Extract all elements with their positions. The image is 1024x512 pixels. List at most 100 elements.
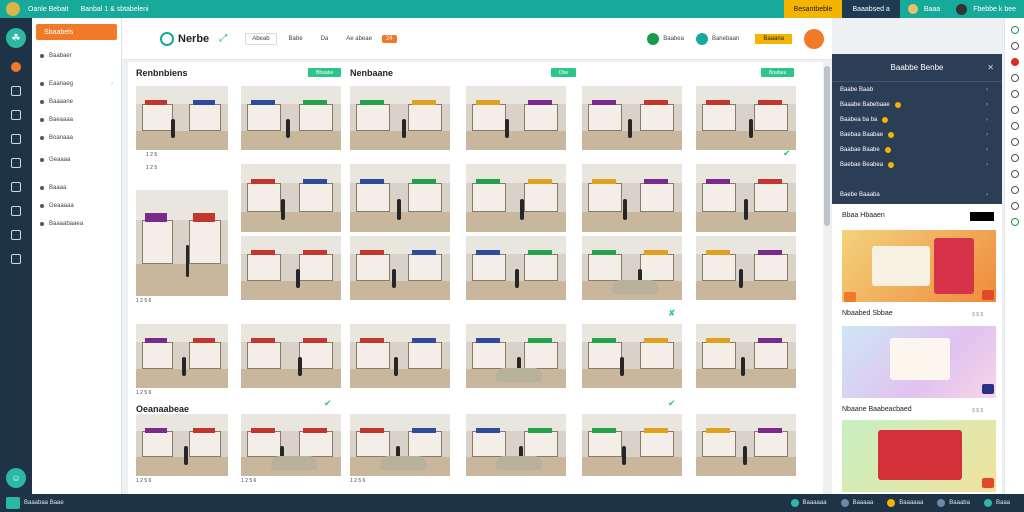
sidebar-item[interactable]: Baaaabaaea bbox=[36, 218, 117, 230]
status-item[interactable]: Baaaba bbox=[937, 499, 970, 507]
gallery-image[interactable] bbox=[466, 236, 566, 300]
gallery-image[interactable] bbox=[136, 86, 228, 150]
status-item[interactable]: Baaa bbox=[983, 499, 1010, 507]
gallery-image[interactable] bbox=[582, 86, 682, 150]
topbar-dark-button[interactable]: Baaabsed a bbox=[842, 0, 900, 18]
check-icon[interactable] bbox=[11, 230, 21, 240]
gallery-image[interactable] bbox=[696, 164, 796, 232]
close-icon[interactable]: ✕ bbox=[987, 63, 994, 72]
sidebar-item[interactable]: Baabaer bbox=[36, 50, 117, 62]
help-icon[interactable]: ☺ bbox=[6, 468, 26, 488]
filter-row[interactable]: Baebae Beabea › bbox=[832, 157, 1002, 172]
gallery-image[interactable] bbox=[696, 414, 796, 476]
gallery-image[interactable] bbox=[466, 164, 566, 232]
edit-icon[interactable] bbox=[11, 110, 21, 120]
topbar-text-2[interactable]: Banbal 1 & sbtabeleni bbox=[80, 6, 148, 13]
grid-icon[interactable] bbox=[1010, 138, 1019, 146]
gallery-image[interactable] bbox=[241, 86, 341, 150]
sidebar-item[interactable]: Geaaaaa bbox=[36, 200, 117, 212]
status-item[interactable]: Baaaaaa bbox=[790, 499, 827, 507]
gallery-image[interactable] bbox=[241, 164, 341, 232]
gallery-scrollbar[interactable] bbox=[823, 62, 831, 494]
sidebar-item[interactable]: Baaaane bbox=[36, 96, 117, 108]
bookmark-icon[interactable] bbox=[1010, 90, 1019, 98]
card-title-1[interactable]: Bbaa Hbaaen bbox=[842, 212, 885, 219]
check-icon[interactable]: ✔ bbox=[324, 398, 332, 409]
share-icon[interactable] bbox=[1010, 154, 1019, 162]
gallery-image[interactable] bbox=[350, 236, 450, 300]
orange-dot-icon[interactable] bbox=[11, 62, 21, 72]
check-icon[interactable]: ✘ bbox=[668, 308, 676, 319]
close-icon[interactable] bbox=[1010, 58, 1019, 66]
gallery-image[interactable] bbox=[350, 414, 450, 476]
gallery-image[interactable] bbox=[466, 414, 566, 476]
list-icon[interactable] bbox=[11, 158, 21, 168]
gallery-image[interactable] bbox=[582, 324, 682, 388]
list-icon[interactable] bbox=[1010, 122, 1019, 130]
sidebar-search-button[interactable]: Sbaabels bbox=[36, 24, 117, 40]
sidebar-item[interactable]: Eaanaeg › bbox=[36, 78, 117, 90]
filter-panel-footer[interactable]: Baebe Baaaba bbox=[840, 192, 880, 198]
gallery-image[interactable] bbox=[350, 324, 450, 388]
tag-icon[interactable] bbox=[1010, 74, 1019, 82]
card-title-2[interactable]: Nbaabed Sbbae bbox=[842, 310, 893, 317]
status-item[interactable]: Baaaaaa bbox=[887, 499, 923, 507]
gallery-image[interactable] bbox=[241, 236, 341, 300]
topbar-user-1[interactable]: Baaa bbox=[900, 4, 948, 14]
app-logo-icon[interactable] bbox=[6, 2, 20, 16]
stats-icon[interactable] bbox=[11, 182, 21, 192]
header-right-2[interactable]: Banebaan bbox=[712, 36, 739, 42]
product-image-1[interactable] bbox=[842, 230, 996, 302]
card-action-button[interactable] bbox=[844, 292, 856, 302]
sidebar-item[interactable]: Geaaaa bbox=[36, 154, 117, 166]
filter-row[interactable]: Baabe Baab › bbox=[832, 82, 1002, 97]
window-icon[interactable] bbox=[11, 134, 21, 144]
header-right-1[interactable]: Baabea bbox=[663, 36, 684, 42]
gallery-image[interactable] bbox=[241, 414, 341, 476]
filter-button[interactable]: Abeab bbox=[245, 32, 277, 45]
tool-icon[interactable] bbox=[11, 206, 21, 216]
expand-icon[interactable]: ⤢ bbox=[219, 33, 227, 44]
globe-icon[interactable] bbox=[1010, 202, 1019, 210]
tab-4[interactable]: Ae abeae bbox=[340, 33, 378, 45]
settings-icon[interactable] bbox=[1010, 26, 1019, 34]
gallery-image[interactable] bbox=[582, 164, 682, 232]
card-icon-button[interactable] bbox=[982, 290, 994, 300]
gallery-image[interactable] bbox=[350, 164, 450, 232]
filter-row[interactable]: Baebaa Baabae › bbox=[832, 127, 1002, 142]
gallery-image[interactable] bbox=[241, 324, 341, 388]
gallery-image[interactable] bbox=[466, 86, 566, 150]
card-icon-button[interactable] bbox=[982, 478, 994, 488]
header-action-button[interactable]: Baaana bbox=[755, 33, 792, 44]
filter-row[interactable]: Baaabe Babebaae › bbox=[832, 97, 1002, 112]
sidebar-item[interactable]: Baaaa bbox=[36, 182, 117, 194]
filter-row[interactable]: Baabea ba ba › bbox=[832, 112, 1002, 127]
tab-3[interactable]: Da bbox=[315, 33, 335, 45]
gallery-image[interactable] bbox=[582, 236, 682, 300]
status-item[interactable]: Baaaaa bbox=[840, 499, 873, 507]
topbar-accent-button[interactable]: Besantbeble bbox=[783, 0, 843, 18]
gallery-image[interactable] bbox=[136, 324, 228, 388]
help-icon[interactable] bbox=[1010, 218, 1019, 226]
card-icon-button[interactable] bbox=[982, 384, 994, 394]
image-icon[interactable] bbox=[11, 254, 21, 264]
lock-icon[interactable] bbox=[1010, 170, 1019, 178]
notification-icon[interactable] bbox=[804, 28, 824, 49]
sidebar-item[interactable]: Baeaaaa bbox=[36, 114, 117, 126]
gallery-image[interactable] bbox=[136, 414, 228, 476]
gallery-image[interactable] bbox=[582, 414, 682, 476]
gallery-image[interactable] bbox=[696, 236, 796, 300]
clock-icon[interactable] bbox=[1010, 42, 1019, 50]
gallery-image[interactable] bbox=[696, 324, 796, 388]
sidebar-item[interactable]: Boanaaa bbox=[36, 132, 117, 144]
gallery-image[interactable] bbox=[350, 86, 450, 150]
product-image-2[interactable] bbox=[842, 326, 996, 398]
check-icon[interactable]: ✔ bbox=[668, 398, 676, 409]
gallery-image[interactable] bbox=[466, 324, 566, 388]
topbar-user-2[interactable]: Fbebbe k bee bbox=[948, 3, 1024, 15]
calendar-icon[interactable] bbox=[11, 86, 21, 96]
cart-icon[interactable] bbox=[1010, 106, 1019, 114]
product-image-3[interactable] bbox=[842, 420, 996, 492]
status-app-icon[interactable] bbox=[6, 497, 20, 509]
scrollbar-thumb[interactable] bbox=[824, 66, 830, 226]
